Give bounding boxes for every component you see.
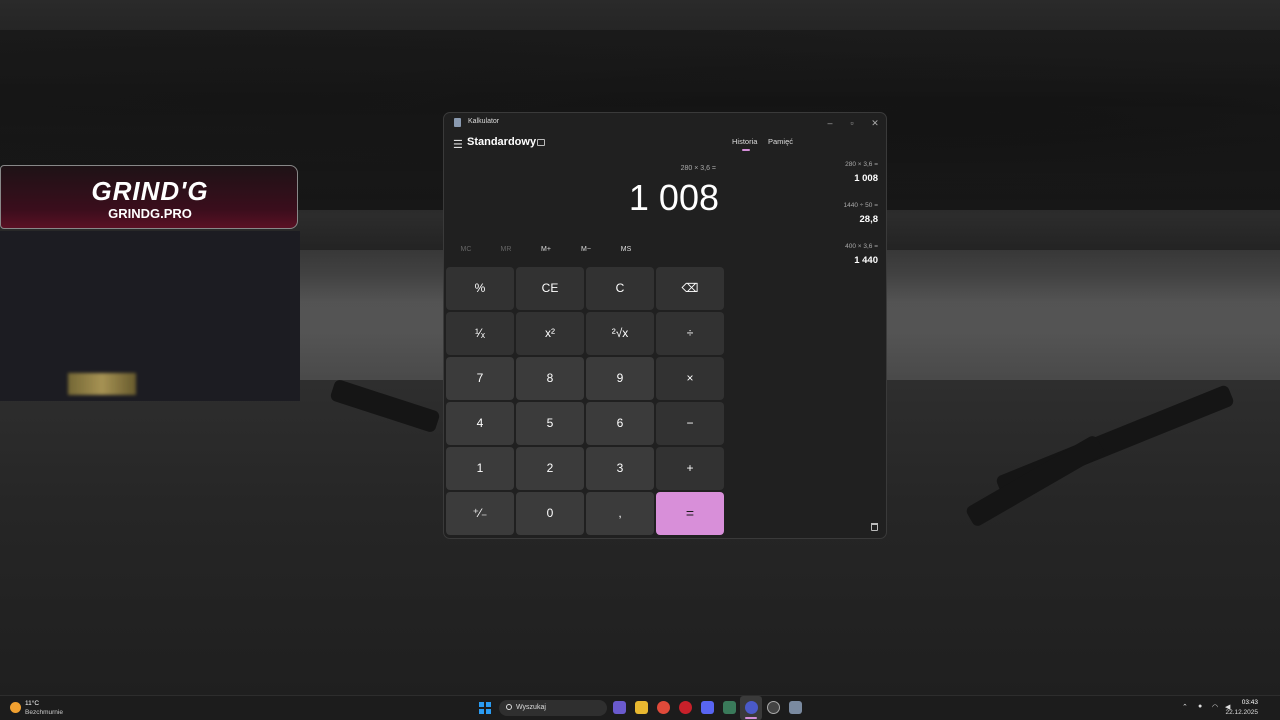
result-display: 1 008 xyxy=(628,177,719,218)
memory-add-button[interactable]: M+ xyxy=(526,246,566,253)
start-button-icon[interactable] xyxy=(479,702,491,714)
digit-3-key[interactable]: 3 xyxy=(586,447,654,490)
history-result[interactable]: 28,8 xyxy=(860,214,879,225)
digit-8-key[interactable]: 8 xyxy=(516,357,584,400)
weather-moon-icon[interactable] xyxy=(10,702,21,713)
clear-key[interactable]: C xyxy=(586,267,654,310)
calculator-window: Kalkulator – ▫ ✕ ☰ Standardowy Historia … xyxy=(443,112,887,539)
stream-overlay: GRIND'G GRINDG.PRO xyxy=(0,165,300,401)
discord-icon[interactable] xyxy=(701,701,714,714)
menu-icon[interactable]: ☰ xyxy=(453,138,463,151)
memory-store-button[interactable]: MS xyxy=(606,246,646,253)
decimal-key[interactable]: , xyxy=(586,492,654,535)
memory-subtract-button[interactable]: M− xyxy=(566,246,606,253)
minimize-button[interactable]: – xyxy=(819,116,841,130)
digit-1-key[interactable]: 1 xyxy=(446,447,514,490)
square-key[interactable]: x² xyxy=(516,312,584,355)
history-result[interactable]: 1 008 xyxy=(854,173,878,184)
clear-entry-key[interactable]: CE xyxy=(516,267,584,310)
teams-icon[interactable] xyxy=(613,701,626,714)
memory-row: MC MR M+ M− MS xyxy=(446,246,726,258)
wifi-icon[interactable]: ◠ xyxy=(1212,703,1218,711)
multiply-key[interactable]: × xyxy=(656,357,724,400)
calculator-taskbar-icon[interactable] xyxy=(789,701,802,714)
tab-memory[interactable]: Pamięć xyxy=(768,137,793,146)
webcam-light xyxy=(68,373,136,395)
maximize-button[interactable]: ▫ xyxy=(841,116,863,130)
memory-recall-button[interactable]: MR xyxy=(486,246,526,253)
digit-4-key[interactable]: 4 xyxy=(446,402,514,445)
xbox-icon[interactable] xyxy=(723,701,736,714)
clear-history-icon[interactable] xyxy=(871,523,878,531)
obs-icon[interactable] xyxy=(767,701,780,714)
brand-banner: GRIND'G GRINDG.PRO xyxy=(0,165,298,229)
window-title: Kalkulator xyxy=(468,118,500,125)
keep-on-top-icon[interactable] xyxy=(537,139,545,146)
digit-2-key[interactable]: 2 xyxy=(516,447,584,490)
history-expression[interactable]: 400 × 3,6 = xyxy=(845,243,878,250)
search-icon xyxy=(506,704,512,710)
digit-9-key[interactable]: 9 xyxy=(586,357,654,400)
stream-app-icon[interactable] xyxy=(745,701,758,714)
square-root-key[interactable]: ²√x xyxy=(586,312,654,355)
weather-temperature[interactable]: 11°C xyxy=(25,700,39,707)
history-result[interactable]: 1 440 xyxy=(854,255,878,266)
negate-key[interactable]: ⁺⁄₋ xyxy=(446,492,514,535)
active-app-indicator xyxy=(745,717,757,719)
digit-7-key[interactable]: 7 xyxy=(446,357,514,400)
opera-icon[interactable] xyxy=(679,701,692,714)
history-expression[interactable]: 280 × 3,6 = xyxy=(845,161,878,168)
clock-time[interactable]: 03:43 xyxy=(1242,699,1258,706)
tab-history[interactable]: Historia xyxy=(732,137,757,146)
weather-condition[interactable]: Bezchmurnie xyxy=(25,709,63,716)
brand-url: GRINDG.PRO xyxy=(108,206,192,221)
title-bar[interactable]: Kalkulator – ▫ ✕ xyxy=(444,113,886,133)
subtract-key[interactable]: − xyxy=(656,402,724,445)
brand-logo: GRIND'G xyxy=(91,176,209,206)
divide-key[interactable]: ÷ xyxy=(656,312,724,355)
tab-history-indicator xyxy=(742,149,750,151)
tray-chevron-icon[interactable]: ⌃ xyxy=(1182,703,1188,711)
digit-5-key[interactable]: 5 xyxy=(516,402,584,445)
mode-title: Standardowy xyxy=(467,136,537,148)
close-button[interactable]: ✕ xyxy=(864,116,886,130)
add-key[interactable]: + xyxy=(656,447,724,490)
history-expression[interactable]: 1440 ÷ 50 = xyxy=(844,202,878,209)
taskbar: 11°C Bezchmurnie Wyszukaj ⌃ ● ◠ ◀ 03:43 … xyxy=(0,695,1280,720)
expression: 280 × 3,6 = xyxy=(680,165,716,172)
chrome-icon[interactable] xyxy=(657,701,670,714)
microphone-icon[interactable]: ● xyxy=(1198,703,1202,710)
file-explorer-icon[interactable] xyxy=(635,701,648,714)
clock-date[interactable]: 22.12.2025 xyxy=(1225,709,1258,716)
taskbar-search[interactable]: Wyszukaj xyxy=(499,700,607,716)
memory-clear-button[interactable]: MC xyxy=(446,246,486,253)
backspace-key[interactable]: ⌫ xyxy=(656,267,724,310)
reciprocal-key[interactable]: ¹⁄ₓ xyxy=(446,312,514,355)
search-label: Wyszukaj xyxy=(516,704,546,711)
equals-key[interactable]: = xyxy=(656,492,724,535)
digit-0-key[interactable]: 0 xyxy=(516,492,584,535)
percent-key[interactable]: % xyxy=(446,267,514,310)
digit-6-key[interactable]: 6 xyxy=(586,402,654,445)
calculator-app-icon xyxy=(454,118,461,127)
webcam-feed xyxy=(0,231,300,401)
